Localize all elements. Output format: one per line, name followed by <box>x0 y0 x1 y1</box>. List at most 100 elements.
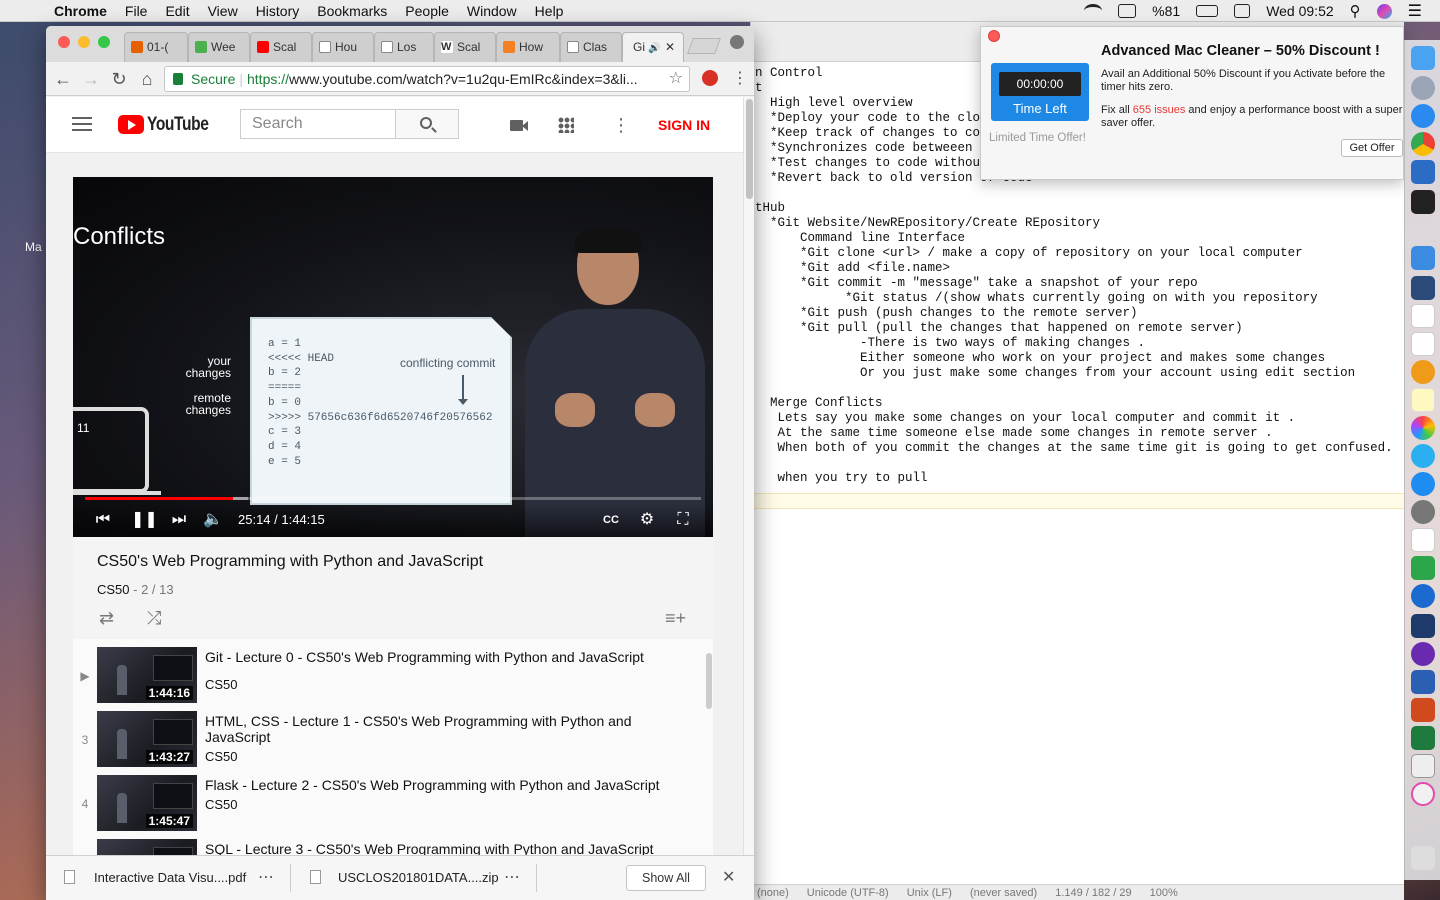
youtube-wordmark[interactable]: YouTube <box>147 114 209 136</box>
playlist-channel[interactable]: CS50 <box>97 582 130 597</box>
notification-center-icon[interactable]: ☰ <box>1408 1 1422 21</box>
show-all-button[interactable]: Show All <box>626 865 706 891</box>
extension-icon[interactable] <box>702 70 718 86</box>
menu-window[interactable]: Window <box>467 3 517 19</box>
playlist-item[interactable]: 4 1:45:47 Flask - Lecture 2 - CS50's Web… <box>73 775 713 839</box>
pause-icon[interactable]: ❚❚ <box>131 510 158 530</box>
playlist-item[interactable]: 5 SQL - Lecture 3 - CS50's Web Programmi… <box>73 839 713 855</box>
status-syntax[interactable]: (none) <box>757 887 789 899</box>
video-title[interactable]: Flask - Lecture 2 - CS50's Web Programmi… <box>205 777 675 793</box>
video-thumbnail[interactable]: 1:44:16 <box>97 647 197 703</box>
forward-icon[interactable]: → <box>80 68 102 90</box>
launchpad-icon[interactable] <box>1411 76 1435 100</box>
airplay-icon[interactable] <box>1118 4 1137 18</box>
tab-7[interactable]: How <box>496 32 560 62</box>
tab-active[interactable]: Gi 🔊 ✕ <box>622 32 684 62</box>
previous-icon[interactable]: ⏮ <box>93 510 113 530</box>
reminders-icon[interactable] <box>1411 332 1435 356</box>
loop-icon[interactable]: ⇄ <box>99 609 119 627</box>
menu-bookmarks[interactable]: Bookmarks <box>317 3 387 19</box>
terminal-icon[interactable] <box>1411 190 1435 214</box>
tab-1[interactable]: 01-( <box>124 32 188 62</box>
chrome-menu-icon[interactable]: ⋮ <box>732 68 748 88</box>
messages-icon[interactable] <box>1411 444 1435 468</box>
trash-icon[interactable] <box>1411 846 1435 870</box>
powerpoint-icon[interactable] <box>1411 698 1435 722</box>
settings-gear-icon[interactable]: ⚙ <box>637 510 657 530</box>
add-to-playlist-icon[interactable]: ≡+ <box>665 609 686 627</box>
automator-icon[interactable] <box>1411 754 1435 778</box>
battery-icon[interactable] <box>1196 5 1219 17</box>
tab-4[interactable]: Hou <box>312 32 374 62</box>
status-zoom[interactable]: 100% <box>1150 887 1178 899</box>
video-thumbnail[interactable] <box>97 839 197 855</box>
workbench-icon[interactable] <box>1411 614 1435 638</box>
status-line-endings[interactable]: Unix (LF) <box>907 887 952 899</box>
get-offer-button[interactable]: Get Offer <box>1341 139 1403 157</box>
calendar-icon[interactable] <box>1234 4 1251 18</box>
download-item-name[interactable]: USCLOS201801DATA....zip <box>338 870 499 885</box>
back-icon[interactable]: ← <box>52 68 74 90</box>
skype-icon[interactable] <box>1411 556 1435 580</box>
menu-clock[interactable]: Wed 09:52 <box>1266 3 1333 19</box>
tab-8[interactable]: Clas <box>560 32 622 62</box>
excel-icon[interactable] <box>1411 726 1435 750</box>
ibooks-icon[interactable] <box>1411 360 1435 384</box>
scissors-icon[interactable] <box>1411 276 1435 300</box>
system-preferences-icon[interactable] <box>1411 500 1435 524</box>
notes-icon[interactable] <box>1411 388 1435 412</box>
download-options-icon[interactable]: ⋯ <box>504 867 521 887</box>
page-scrollbar[interactable] <box>743 97 754 855</box>
shuffle-icon[interactable]: ⤮ <box>147 609 167 627</box>
menu-app-name[interactable]: Chrome <box>54 3 107 19</box>
minimize-window-button[interactable] <box>78 36 90 48</box>
search-input[interactable]: Search <box>240 109 396 139</box>
playlist-title[interactable]: CS50's Web Programming with Python and J… <box>97 553 483 571</box>
close-tab-icon[interactable]: ✕ <box>665 40 675 54</box>
photos-icon[interactable] <box>1411 416 1435 440</box>
calendar-app-icon[interactable] <box>1411 304 1435 328</box>
home-icon[interactable]: ⌂ <box>136 68 158 90</box>
tab-2[interactable]: Wee <box>188 32 250 62</box>
menu-view[interactable]: View <box>208 3 238 19</box>
video-title[interactable]: HTML, CSS - Lecture 1 - CS50's Web Progr… <box>205 713 675 745</box>
audio-playing-icon[interactable]: 🔊 <box>648 43 660 54</box>
menu-help[interactable]: Help <box>535 3 564 19</box>
menu-edit[interactable]: Edit <box>165 3 189 19</box>
settings-more-icon[interactable]: ⋮ <box>612 116 630 134</box>
video-title[interactable]: SQL - Lecture 3 - CS50's Web Programming… <box>205 841 675 855</box>
close-downloads-icon[interactable]: ✕ <box>722 867 735 887</box>
close-icon[interactable] <box>988 30 1000 42</box>
menu-history[interactable]: History <box>256 3 300 19</box>
siri-icon[interactable] <box>1376 3 1392 19</box>
status-encoding[interactable]: Unicode (UTF-8) <box>807 887 889 899</box>
video-title[interactable]: Git - Lecture 0 - CS50's Web Programming… <box>205 649 675 665</box>
new-tab-button[interactable] <box>687 38 721 54</box>
upload-video-icon[interactable] <box>510 117 528 133</box>
wifi-icon[interactable] <box>1084 4 1103 18</box>
fullscreen-icon[interactable]: ⛶ <box>673 510 693 530</box>
download-item-name[interactable]: Interactive Data Visu....pdf <box>94 870 246 885</box>
tab-6[interactable]: W Scal <box>434 32 496 62</box>
search-button[interactable] <box>395 109 459 139</box>
chrome-icon[interactable] <box>1411 132 1435 156</box>
profile-icon[interactable] <box>730 35 744 49</box>
preview-icon[interactable] <box>1411 246 1435 270</box>
reload-icon[interactable]: ↻ <box>108 68 130 90</box>
address-bar[interactable]: Secure | https://www.youtube.com/watch?v=1… <box>164 66 690 92</box>
tab-5[interactable]: Los <box>374 32 434 62</box>
playlist-scrollbar[interactable] <box>706 653 712 709</box>
vlc-icon[interactable] <box>1411 584 1435 608</box>
video-progress-bar[interactable] <box>85 497 701 500</box>
youtube-logo-icon[interactable] <box>118 115 144 134</box>
volume-icon[interactable]: 🔈 <box>203 510 223 530</box>
playlist-item[interactable]: ▶ 1:44:16 Git - Lecture 0 - CS50's Web P… <box>73 647 713 711</box>
zoom-window-button[interactable] <box>98 36 110 48</box>
app-store-icon[interactable] <box>1411 472 1435 496</box>
word-icon[interactable] <box>1411 670 1435 694</box>
numbers-icon[interactable] <box>1411 528 1435 552</box>
next-icon[interactable]: ⏭ <box>169 510 189 530</box>
finder-icon[interactable] <box>1411 46 1435 70</box>
playlist-item[interactable]: 3 1:43:27 HTML, CSS - Lecture 1 - CS50's… <box>73 711 713 775</box>
menu-people[interactable]: People <box>405 3 449 19</box>
